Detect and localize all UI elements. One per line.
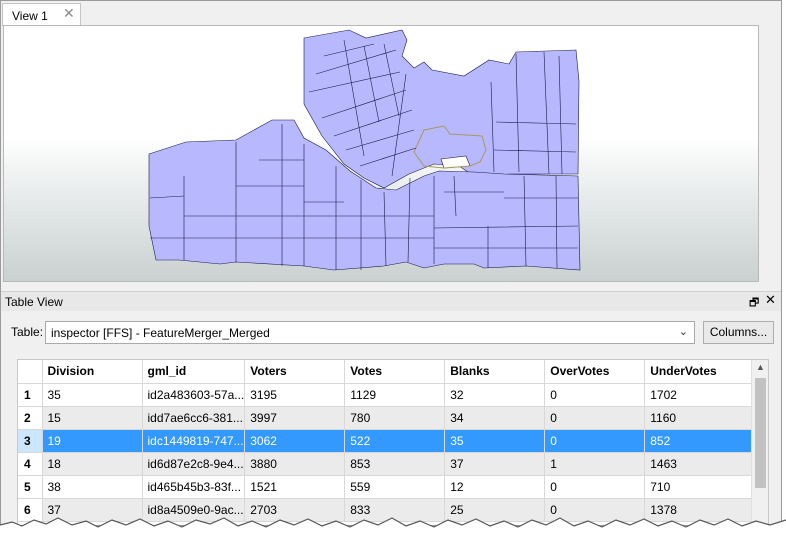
table-cell[interactable]: 1521 (244, 475, 346, 499)
table-cell[interactable]: 3062 (244, 429, 346, 453)
table-cell[interactable]: 15 (42, 406, 143, 430)
voting-divisions-layer (148, 29, 581, 271)
feature-table: Division gml_id Voters Votes Blanks Over… (18, 360, 756, 522)
map-canvas[interactable] (4, 26, 760, 283)
table-cell[interactable]: 710 (644, 475, 756, 499)
column-header[interactable]: OverVotes (544, 360, 646, 384)
row-number[interactable]: 5 (18, 475, 43, 499)
table-view-title: Table View (5, 295, 63, 309)
tab-close-icon[interactable]: ✕ (63, 5, 75, 22)
table-cell[interactable]: 1160 (644, 406, 756, 430)
table-cell[interactable]: idc1449819-747... (142, 429, 246, 453)
data-grid[interactable]: Division gml_id Voters Votes Blanks Over… (17, 359, 769, 525)
column-header[interactable]: Voters (244, 360, 346, 384)
scroll-up-icon[interactable]: ▲ (756, 362, 765, 372)
table-row-selected[interactable]: 3 19 idc1449819-747... 3062 522 35 0 852 (18, 429, 756, 453)
table-cell[interactable]: 3997 (244, 406, 346, 430)
table-cell[interactable]: 1702 (644, 383, 756, 407)
columns-button[interactable]: Columns... (703, 321, 774, 344)
tab-view-1[interactable]: View 1 ✕ (2, 3, 81, 26)
table-cell[interactable]: idd7ae6cc6-381... (142, 406, 246, 430)
chevron-down-icon[interactable]: ⌄ (679, 325, 688, 338)
column-header[interactable]: UnderVotes (644, 360, 756, 384)
table-cell[interactable]: 35 (444, 429, 546, 453)
table-cell[interactable]: 852 (644, 429, 756, 453)
column-header[interactable]: Votes (344, 360, 446, 384)
column-header[interactable]: Blanks (444, 360, 546, 384)
table-row[interactable]: 5 38 id465b45b3-83f... 1521 559 12 0 710 (18, 475, 756, 499)
table-cell[interactable]: 0 (544, 406, 646, 430)
table-view-header: Table View 🗗 ✕ (1, 291, 781, 311)
table-cell[interactable]: 1 (544, 452, 646, 476)
table-cell[interactable]: 1463 (644, 452, 756, 476)
scrollbar-thumb[interactable] (755, 378, 766, 488)
restore-icon[interactable]: 🗗 (749, 294, 759, 313)
table-cell[interactable]: 35 (42, 383, 143, 407)
row-number[interactable]: 4 (18, 452, 43, 476)
table-select-value: inspector [FFS] - FeatureMerger_Merged (51, 326, 270, 340)
map-polygon-north (303, 29, 580, 189)
tab-label: View 1 (12, 9, 48, 23)
table-cell[interactable]: 1129 (344, 383, 446, 407)
table-cell[interactable]: 18 (42, 452, 143, 476)
table-cell[interactable]: 522 (344, 429, 446, 453)
table-cell[interactable]: 3880 (244, 452, 346, 476)
row-number[interactable]: 3 (18, 429, 43, 453)
view-scroll-gutter (761, 25, 781, 282)
header-row: Division gml_id Voters Votes Blanks Over… (18, 360, 756, 384)
corner-cell[interactable] (18, 360, 43, 384)
table-label: Table: (11, 325, 44, 339)
table-cell[interactable]: 34 (444, 406, 546, 430)
table-cell[interactable]: 0 (544, 383, 646, 407)
table-cell[interactable]: 3195 (244, 383, 346, 407)
table-cell[interactable]: 780 (344, 406, 446, 430)
application-window: View 1 ✕ Table View 🗗 ✕ Table: inspector… (0, 0, 782, 526)
map-view[interactable] (3, 25, 759, 282)
vertical-scrollbar[interactable]: ▲ (751, 360, 768, 525)
torn-edge-decoration (0, 517, 786, 533)
column-header[interactable]: Division (42, 360, 143, 384)
table-cell[interactable]: 37 (444, 452, 546, 476)
table-cell[interactable]: 32 (444, 383, 546, 407)
close-icon[interactable]: ✕ (765, 292, 776, 308)
table-cell[interactable]: id6d87e2c8-9e4... (142, 452, 246, 476)
column-header[interactable]: gml_id (142, 360, 246, 384)
table-row[interactable]: 1 35 id2a483603-57a... 3195 1129 32 0 17… (18, 383, 756, 407)
table-cell[interactable]: id2a483603-57a... (142, 383, 246, 407)
table-select[interactable]: inspector [FFS] - FeatureMerger_Merged ⌄ (45, 321, 695, 344)
table-cell[interactable]: 559 (344, 475, 446, 499)
table-cell[interactable]: 12 (444, 475, 546, 499)
table-row[interactable]: 4 18 id6d87e2c8-9e4... 3880 853 37 1 146… (18, 452, 756, 476)
table-cell[interactable]: 853 (344, 452, 446, 476)
table-cell[interactable]: 38 (42, 475, 143, 499)
table-cell[interactable]: 0 (544, 429, 646, 453)
table-cell[interactable]: id465b45b3-83f... (142, 475, 246, 499)
table-row[interactable]: 2 15 idd7ae6cc6-381... 3997 780 34 0 116… (18, 406, 756, 430)
row-number[interactable]: 1 (18, 383, 43, 407)
table-cell[interactable]: 19 (42, 429, 143, 453)
table-cell[interactable]: 0 (544, 475, 646, 499)
view-tab-strip: View 1 ✕ (1, 1, 781, 26)
row-number[interactable]: 2 (18, 406, 43, 430)
